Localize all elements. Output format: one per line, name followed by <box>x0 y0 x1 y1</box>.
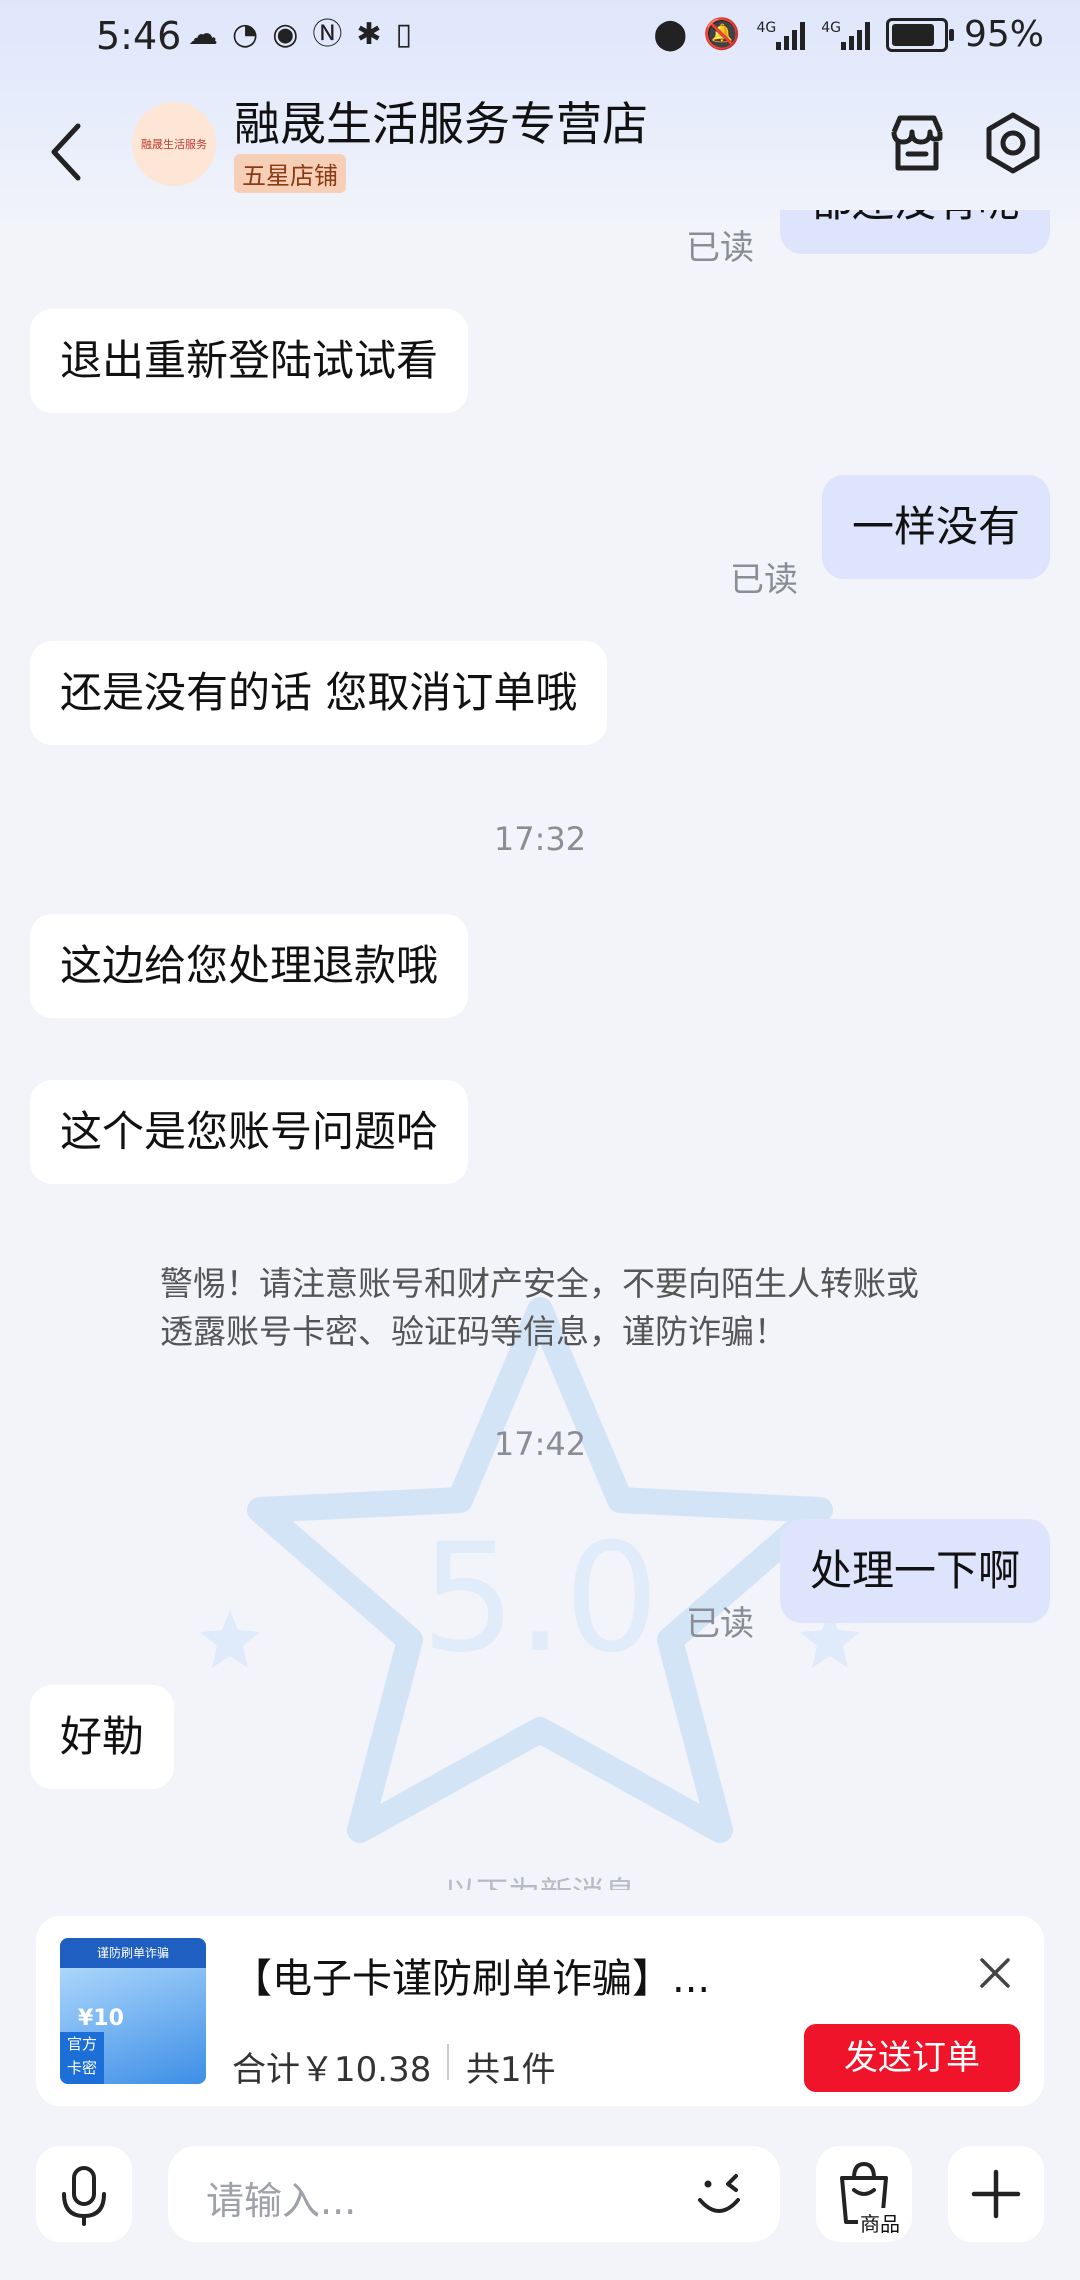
message-bubble-out[interactable]: 一样没有 <box>821 475 1050 580</box>
chat-header: 融晟生活服务 融晟生活服务专营店 五星店铺 <box>0 80 1080 220</box>
message-bubble-in[interactable]: 好勒 <box>30 1685 175 1790</box>
divider <box>447 2044 449 2080</box>
thumb-banner: 谨防刷单诈骗 <box>60 1938 206 1968</box>
item-count: 共1件 <box>466 2050 556 2090</box>
read-receipt: 已读 <box>686 1604 754 1644</box>
store-icon <box>891 115 943 171</box>
thumb-value: ¥10 <box>78 2006 124 2031</box>
voice-button[interactable] <box>36 2146 132 2242</box>
input-placeholder: 请输入... <box>206 2179 357 2223</box>
emoji-button[interactable] <box>690 2166 748 2224</box>
chat-messages-area[interactable]: 5.0 都还没有呢 已读 退出重新登陆试试看 一样没有 已读 还是没有的话 您取… <box>0 210 1080 1890</box>
message-text: 都还没有呢 <box>810 210 1020 226</box>
battery-fill <box>891 23 934 46</box>
message-input[interactable]: 请输入... <box>168 2146 780 2242</box>
more-button[interactable] <box>948 2146 1044 2242</box>
avatar-text: 融晟生活服务 <box>141 138 207 151</box>
back-icon <box>51 123 81 181</box>
battery-percent: 95% <box>963 14 1044 55</box>
battery-icon <box>885 17 954 52</box>
input-bar: 请输入... 商品 <box>0 2140 1080 2280</box>
store-button[interactable] <box>884 110 950 176</box>
speedometer-icon: ◔ <box>232 17 259 52</box>
message-bubble-in[interactable]: 这边给您处理退款哦 <box>30 914 469 1019</box>
back-button[interactable] <box>40 112 100 192</box>
shop-avatar[interactable]: 融晟生活服务 <box>132 102 216 186</box>
shop-name[interactable]: 融晟生活服务专营店 <box>234 88 648 154</box>
product-button-label: 商品 <box>858 2208 902 2237</box>
new-messages-divider: 以下为新消息 <box>0 1868 1080 1890</box>
read-receipt: 已读 <box>730 560 798 600</box>
network-1-label: 4G <box>756 19 777 36</box>
new-messages-label: 以下为新消息 <box>444 1874 636 1890</box>
signal-bars-icon <box>840 20 870 50</box>
message-text: 一样没有 <box>851 502 1020 551</box>
nfc-icon: Ⓝ <box>312 17 343 52</box>
settings-button[interactable] <box>980 110 1046 176</box>
location-icon: ⬤ <box>653 16 688 52</box>
product-title[interactable]: 【电子卡谨防刷单诈骗】... <box>232 1946 792 2004</box>
message-text: 这个是您账号问题哈 <box>60 1107 439 1156</box>
cloud-app-icon: ☁ <box>188 17 218 52</box>
signal-1: 4G <box>756 19 806 50</box>
status-right-icons: ⬤ 🔕 4G 4G 95% <box>654 14 1044 55</box>
read-receipt: 已读 <box>686 228 754 268</box>
message-bubble-in[interactable]: 还是没有的话 您取消订单哦 <box>30 641 608 746</box>
message-bubble-out[interactable]: 都还没有呢 <box>779 210 1050 255</box>
svg-text:5.0: 5.0 <box>421 1512 660 1686</box>
microphone-icon <box>62 2166 106 2226</box>
order-card[interactable]: 谨防刷单诈骗 ¥10 官方卡密 【电子卡谨防刷单诈骗】... 合计￥10.38 … <box>36 1916 1044 2106</box>
status-time: 5:46 <box>96 14 182 58</box>
message-text: 处理一下啊 <box>809 1546 1020 1595</box>
five-star-watermark-icon: 5.0 <box>200 1297 860 1843</box>
product-button[interactable]: 商品 <box>816 2146 912 2242</box>
message-bubble-in[interactable]: 这个是您账号问题哈 <box>30 1080 469 1185</box>
signal-2: 4G <box>821 20 870 50</box>
close-card-button[interactable] <box>976 1954 1014 1992</box>
signal-bars-icon <box>776 20 806 50</box>
plus-icon <box>971 2169 1021 2219</box>
message-text: 退出重新登陆试试看 <box>60 336 439 385</box>
timestamp: 17:32 <box>493 820 587 858</box>
message-bubble-in[interactable]: 退出重新登陆试试看 <box>30 309 469 414</box>
shop-rating-badge: 五星店铺 <box>234 154 346 193</box>
security-warning-notice: 警惕！请注意账号和财产安全，不要向陌生人转账或透露账号卡密、验证码等信息，谨防诈… <box>160 1264 919 1351</box>
vibrate-icon: ▯ <box>395 17 413 52</box>
send-order-button[interactable]: 发送订单 <box>804 2024 1020 2092</box>
order-total: 合计￥10.38 <box>232 2050 432 2090</box>
message-bubble-out[interactable]: 处理一下啊 <box>779 1519 1050 1624</box>
product-thumbnail[interactable]: 谨防刷单诈骗 ¥10 官方卡密 <box>60 1938 206 2084</box>
network-2-label: 4G <box>821 19 841 36</box>
eye-icon: ◉ <box>272 17 299 52</box>
mute-bell-icon: 🔕 <box>703 16 741 52</box>
message-text: 好勒 <box>60 1712 145 1761</box>
status-left-icons: ☁ ◔ ◉ Ⓝ ✱ ▯ <box>188 16 412 54</box>
settings-icon <box>986 112 1040 174</box>
close-icon <box>980 1958 1010 1988</box>
emoji-icon <box>698 2174 740 2213</box>
status-bar: 5:46 ☁ ◔ ◉ Ⓝ ✱ ▯ ⬤ 🔕 4G 4G 95% <box>0 0 1080 72</box>
bluetooth-icon: ✱ <box>356 17 382 52</box>
thumb-tag: 官方卡密 <box>60 2032 104 2084</box>
message-text: 这边给您处理退款哦 <box>60 941 439 990</box>
message-text: 还是没有的话 您取消订单哦 <box>60 668 578 717</box>
timestamp: 17:42 <box>493 1425 587 1463</box>
